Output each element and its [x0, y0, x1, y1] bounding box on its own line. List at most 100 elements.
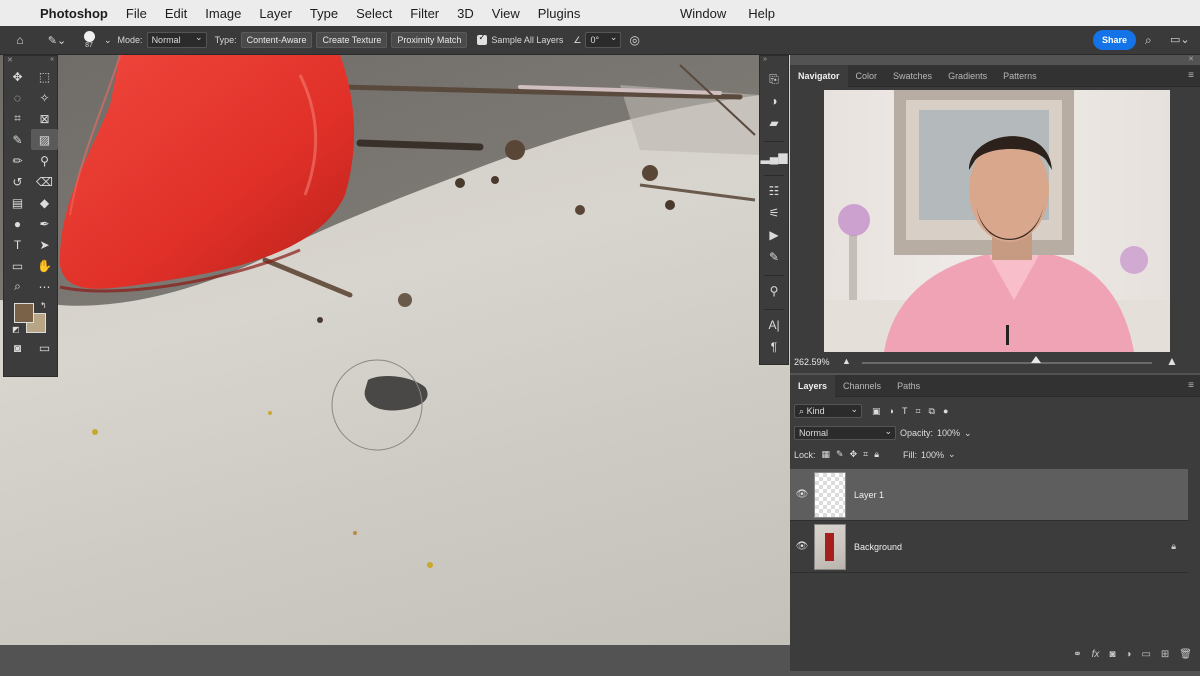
angle-input[interactable]: 0° — [585, 32, 622, 48]
layer-row-background[interactable]: 👁︎ Background 🔒︎ — [790, 521, 1188, 573]
expand-panels-icon[interactable]: » — [760, 56, 788, 68]
menu-filter[interactable]: Filter — [410, 6, 439, 21]
brush-preset-picker[interactable]: 87 — [74, 31, 104, 49]
new-layer-icon[interactable]: ⊞ — [1161, 649, 1169, 660]
layer-name[interactable]: Layer 1 — [854, 490, 884, 500]
eraser-tool-icon[interactable]: ⌫ — [31, 171, 58, 192]
actions-panel-icon[interactable]: ▶ — [760, 224, 788, 246]
menu-view[interactable]: View — [492, 6, 520, 21]
adjustments-panel-icon[interactable]: ◑ — [760, 90, 788, 112]
screen-mode-icon[interactable]: ▭ — [31, 337, 58, 358]
close-panel-icon[interactable]: ✕ — [7, 56, 13, 66]
visibility-eye-icon[interactable]: 👁︎ — [790, 541, 814, 552]
new-adjustment-layer-icon[interactable]: ◑ — [1125, 649, 1131, 660]
workspace-icon[interactable]: ▭⌄ — [1170, 33, 1190, 46]
delete-layer-icon[interactable]: 🗑︎ — [1179, 649, 1192, 660]
healing-brush-tool-icon[interactable]: ▨ — [31, 129, 58, 150]
sample-all-layers-checkbox[interactable] — [477, 32, 488, 45]
lasso-tool-icon[interactable]: ◌ — [4, 87, 31, 108]
tab-patterns[interactable]: Patterns — [995, 65, 1045, 87]
filter-shape-icon[interactable]: ⌗ — [915, 406, 920, 417]
filter-smart-object-icon[interactable]: ⧉ — [929, 406, 935, 417]
tab-navigator[interactable]: Navigator — [790, 64, 848, 87]
frame-tool-icon[interactable]: ⊠ — [31, 108, 58, 129]
marquee-tool-icon[interactable]: ⬚ — [31, 66, 58, 87]
foreground-color-swatch[interactable] — [14, 303, 34, 323]
proximity-match-button[interactable]: Proximity Match — [391, 32, 468, 48]
panel-menu-icon[interactable]: ≡ — [1188, 70, 1194, 81]
collapse-panel-icon[interactable]: « — [50, 56, 54, 66]
tab-layers[interactable]: Layers — [790, 374, 836, 397]
lock-position-icon[interactable]: ✥ — [850, 449, 858, 460]
fill-chevron-icon[interactable]: ⌄ — [948, 449, 956, 460]
lock-artboard-icon[interactable]: ⌗ — [863, 449, 868, 460]
histogram-panel-icon[interactable]: ▂▄▆ — [760, 146, 788, 168]
pen-tool-icon[interactable]: ✒ — [31, 213, 58, 234]
background-thumbnail[interactable] — [814, 523, 846, 570]
menu-file[interactable]: File — [126, 6, 147, 21]
new-group-icon[interactable]: ▭ — [1141, 649, 1150, 660]
mode-select[interactable]: Normal — [146, 32, 207, 48]
tab-swatches[interactable]: Swatches — [885, 65, 940, 87]
filter-type-icon[interactable]: T — [902, 406, 908, 416]
layer-row-layer-1[interactable]: 👁︎ Layer 1 — [790, 469, 1188, 521]
create-texture-button[interactable]: Create Texture — [316, 32, 388, 48]
menu-app-name[interactable]: Photoshop — [40, 6, 108, 21]
navigator-zoom-value[interactable]: 262.59% — [794, 357, 830, 367]
menu-help[interactable]: Help — [748, 6, 775, 21]
more-tools-icon[interactable]: ⋯ — [31, 276, 58, 297]
blend-mode-select[interactable]: Normal — [794, 425, 896, 440]
properties-panel-icon[interactable]: ☷ — [760, 180, 788, 202]
healing-brush-preset-icon[interactable]: ✎⌄ — [40, 34, 74, 47]
lock-all-icon[interactable]: 🔒︎ — [874, 449, 879, 460]
rectangle-tool-icon[interactable]: ▭ — [4, 255, 31, 276]
layers-panel-menu-icon[interactable]: ≡ — [1188, 380, 1194, 391]
move-tool-icon[interactable]: ✥ — [4, 66, 31, 87]
home-icon[interactable]: ⌂ — [0, 33, 40, 47]
history-brush-tool-icon[interactable]: ↺ — [4, 171, 31, 192]
clone-source-panel-icon[interactable]: ⚲ — [760, 280, 788, 302]
zoom-tool-icon[interactable]: ⌕ — [4, 276, 31, 297]
character-panel-icon[interactable]: A| — [760, 314, 788, 336]
menu-window[interactable]: Window — [680, 6, 726, 21]
hand-tool-icon[interactable]: ✋ — [31, 255, 58, 276]
menu-layer[interactable]: Layer — [259, 6, 292, 21]
path-selection-tool-icon[interactable]: ➤ — [31, 234, 58, 255]
type-tool-icon[interactable]: T — [4, 234, 31, 255]
zoom-slider-knob[interactable] — [1031, 356, 1041, 363]
filter-pixel-icon[interactable]: ▣ — [872, 406, 881, 417]
clone-stamp-tool-icon[interactable]: ⚲ — [31, 150, 58, 171]
fill-value[interactable]: 100% — [921, 450, 944, 460]
menu-plugins[interactable]: Plugins — [538, 6, 581, 21]
lock-transparent-icon[interactable]: ▦ — [822, 449, 831, 460]
brush-tool-icon[interactable]: ✏ — [4, 150, 31, 171]
document-canvas[interactable] — [0, 55, 790, 645]
quick-mask-icon[interactable]: ◙ — [4, 337, 31, 358]
filter-adjustment-icon[interactable]: ◑ — [889, 406, 894, 416]
magic-wand-tool-icon[interactable]: ✧ — [31, 87, 58, 108]
navigator-preview[interactable] — [824, 90, 1170, 352]
layer-lock-icon[interactable]: 🔒︎ — [1171, 541, 1176, 552]
swap-colors-icon[interactable]: ↰ — [40, 301, 47, 310]
crop-tool-icon[interactable]: ⌗ — [4, 108, 31, 129]
brushes-panel-icon[interactable]: ✎ — [760, 246, 788, 268]
lock-image-icon[interactable]: ✎ — [836, 449, 844, 460]
dodge-tool-icon[interactable]: ● — [4, 213, 31, 234]
menu-select[interactable]: Select — [356, 6, 392, 21]
layer-1-thumbnail[interactable] — [814, 471, 846, 518]
opacity-value[interactable]: 100% — [937, 428, 960, 438]
tab-channels[interactable]: Channels — [835, 375, 889, 397]
menu-type[interactable]: Type — [310, 6, 338, 21]
tab-color[interactable]: Color — [848, 65, 886, 87]
close-dock-icon[interactable]: ✕ — [1188, 56, 1194, 63]
menu-edit[interactable]: Edit — [165, 6, 187, 21]
default-colors-icon[interactable]: ◩ — [12, 325, 20, 334]
pressure-size-icon[interactable]: ◎ — [629, 33, 639, 47]
tab-gradients[interactable]: Gradients — [940, 65, 995, 87]
layer-name[interactable]: Background — [854, 542, 902, 552]
zoom-in-icon[interactable]: ▲ — [1166, 354, 1178, 368]
layer-effects-icon[interactable]: fx — [1092, 649, 1100, 660]
eyedropper-tool-icon[interactable]: ✎ — [4, 129, 31, 150]
chevron-down-icon[interactable]: ⌄ — [104, 35, 112, 46]
gradient-tool-icon[interactable]: ▤ — [4, 192, 31, 213]
